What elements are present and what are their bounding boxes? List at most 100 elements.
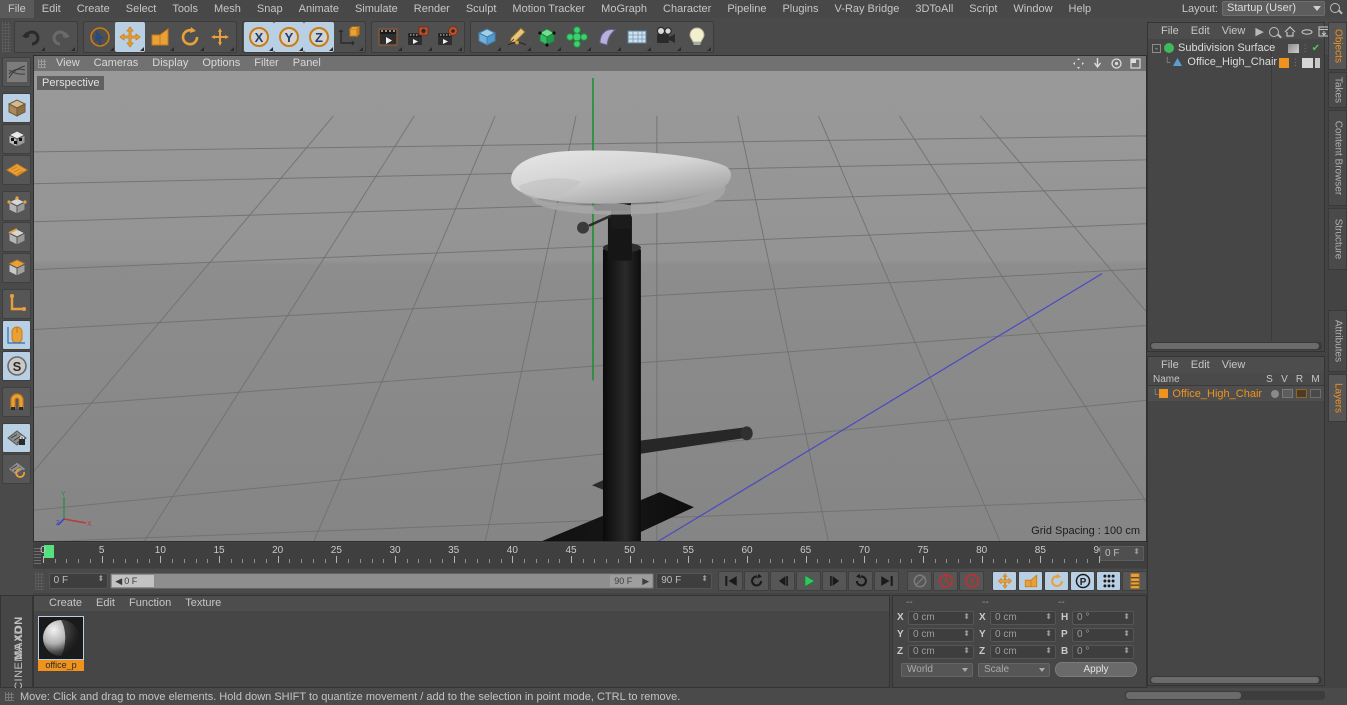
vtab-objects[interactable]: Objects [1328, 22, 1347, 70]
autokeying-button[interactable] [933, 571, 958, 591]
viewport-grip[interactable] [38, 59, 46, 68]
stepper-icon[interactable]: ⬍ [963, 646, 970, 654]
scene-object-button[interactable] [622, 22, 652, 52]
play-forwards-button[interactable] [796, 571, 821, 591]
stepper-icon[interactable]: ⬍ [1133, 548, 1140, 556]
layout-select[interactable]: Startup (User) [1222, 1, 1325, 16]
array-button[interactable] [562, 22, 592, 52]
menu-item-sculpt[interactable]: Sculpt [458, 0, 505, 18]
layer-color-swatch[interactable] [1159, 389, 1169, 398]
object-menu-file[interactable]: File [1155, 23, 1185, 39]
scale-tool[interactable] [145, 22, 175, 52]
viewport-menu-cameras[interactable]: Cameras [87, 56, 146, 71]
more-options-icon[interactable] [428, 46, 432, 51]
keyframe-selection-button[interactable]: ? [959, 571, 984, 591]
nudge-tool[interactable] [205, 22, 235, 52]
light-button[interactable] [682, 22, 712, 52]
more-options-icon[interactable] [299, 46, 303, 51]
points-mode-button[interactable] [2, 191, 31, 221]
viewport-menu-options[interactable]: Options [195, 56, 247, 71]
layer-render-icon[interactable] [1296, 389, 1307, 398]
go-to-start-button[interactable] [718, 571, 743, 591]
scrollbar-thumb[interactable] [1151, 343, 1319, 349]
planar-workplane-button[interactable] [2, 454, 31, 484]
more-options-icon[interactable] [527, 46, 531, 51]
nurbs-button[interactable] [532, 22, 562, 52]
timeline-scrubber[interactable]: ◀ 0 F 90 F ▶ [110, 573, 655, 589]
stepper-icon[interactable]: ⬍ [963, 612, 970, 620]
viewport-menu-view[interactable]: View [49, 56, 87, 71]
menu-item-snap[interactable]: Snap [249, 0, 291, 18]
deformer-button[interactable] [592, 22, 622, 52]
search-icon[interactable] [1329, 2, 1343, 16]
more-options-icon[interactable] [359, 46, 363, 51]
move-tool[interactable] [115, 21, 145, 52]
more-options-icon[interactable] [200, 46, 204, 51]
collapse-icon[interactable] [1301, 26, 1313, 37]
object-menu-view[interactable]: View [1216, 23, 1252, 39]
more-options-icon[interactable] [140, 46, 144, 51]
menu-item-character[interactable]: Character [655, 0, 719, 18]
uv-tag-icon[interactable] [1315, 57, 1320, 68]
scrollbar-thumb[interactable] [1126, 692, 1241, 699]
rotate-tool[interactable] [175, 22, 205, 52]
menu-item-simulate[interactable]: Simulate [347, 0, 406, 18]
render-view-button[interactable] [373, 22, 403, 52]
viewport-menu-panel[interactable]: Panel [286, 56, 328, 71]
menu-item-animate[interactable]: Animate [291, 0, 347, 18]
more-options-icon[interactable] [398, 46, 402, 51]
object-tree[interactable]: - Subdivision Surface ⋮ ✔ └ Office_High_Chair… [1148, 39, 1324, 341]
status-scrollbar[interactable] [1125, 691, 1325, 700]
layer-menu-file[interactable]: File [1155, 357, 1185, 373]
rotation-key-button[interactable] [1044, 571, 1069, 591]
layer-solo-dot-icon[interactable] [1271, 389, 1279, 398]
rotation-h-input[interactable]: 0 ° ⬍ [1072, 610, 1134, 625]
menu-item-mograph[interactable]: MoGraph [593, 0, 655, 18]
more-options-icon[interactable] [41, 46, 45, 51]
more-options-icon[interactable] [617, 46, 621, 51]
more-options-icon[interactable] [587, 46, 591, 51]
enable-axis-button[interactable] [2, 320, 31, 350]
more-options-icon[interactable] [269, 46, 273, 51]
stepper-icon[interactable]: ⬍ [1045, 646, 1052, 654]
edit-render-settings-button[interactable] [433, 22, 463, 52]
material-tag-icon[interactable] [1279, 57, 1289, 68]
play-backwards-button[interactable] [744, 571, 769, 591]
workplane-mode-button[interactable] [2, 155, 31, 185]
add-cube-button[interactable] [472, 22, 502, 52]
make-editable-button[interactable] [2, 57, 31, 87]
size-x-input[interactable]: 0 cm ⬍ [990, 610, 1056, 625]
model-mode-button[interactable] [2, 93, 31, 123]
vtab-structure[interactable]: Structure [1328, 208, 1347, 270]
menu-item-v-ray-bridge[interactable]: V-Ray Bridge [827, 0, 908, 18]
timeline-frame-field[interactable]: 0 F ⬍ [1100, 546, 1144, 561]
null-object-icon[interactable] [1172, 57, 1183, 67]
home-icon[interactable] [1284, 25, 1296, 37]
stepper-icon[interactable]: ⬍ [701, 575, 708, 583]
more-options-icon[interactable] [458, 46, 462, 51]
preview-end-field[interactable]: 90 F ⬍ [656, 573, 712, 589]
more-options-icon[interactable] [647, 46, 651, 51]
menu-item-pipeline[interactable]: Pipeline [719, 0, 774, 18]
apply-button[interactable]: Apply [1055, 662, 1137, 677]
timeline-ruler[interactable]: 0 5 10 15 20 25 30 35 40 45 50 55 60 65 70 75 80 85 90 0 F… [33, 543, 1147, 568]
position-z-input[interactable]: 0 cm ⬍ [908, 644, 974, 659]
menu-item-help[interactable]: Help [1061, 0, 1100, 18]
keyframe-mode-button[interactable] [1122, 571, 1147, 591]
stepper-icon[interactable]: ⬍ [1123, 629, 1130, 637]
stepper-icon[interactable]: ⬍ [1123, 646, 1130, 654]
toolbar-grip[interactable] [2, 21, 11, 52]
polygons-mode-button[interactable] [2, 253, 31, 283]
stepper-icon[interactable]: ⬍ [1123, 612, 1130, 620]
menu-overflow-icon[interactable]: ▶ [1251, 25, 1267, 38]
menu-item-mesh[interactable]: Mesh [206, 0, 249, 18]
texture-tag-icon[interactable] [1302, 57, 1313, 68]
rotation-b-input[interactable]: 0 ° ⬍ [1072, 644, 1134, 659]
z-axis-lock[interactable]: Z [304, 21, 334, 52]
viewport-solo-button[interactable]: S [2, 351, 31, 381]
layer-manager-icon[interactable] [1310, 389, 1321, 398]
menu-item-motion-tracker[interactable]: Motion Tracker [504, 0, 593, 18]
vtab-attributes[interactable]: Attributes [1328, 310, 1347, 372]
texture-mode-button[interactable] [2, 124, 31, 154]
y-axis-lock[interactable]: Y [274, 21, 304, 52]
